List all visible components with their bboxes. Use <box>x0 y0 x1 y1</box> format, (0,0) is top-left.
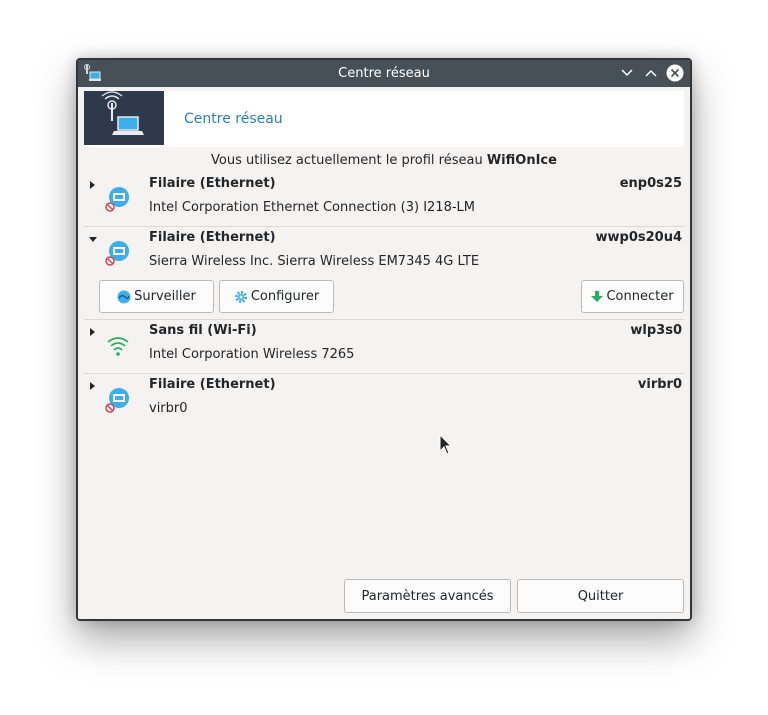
ethernet-disconnected-icon <box>105 187 129 212</box>
connection-interface: wlp3s0 <box>630 323 682 338</box>
advanced-settings-label: Paramètres avancés <box>361 588 494 604</box>
connection-device: Intel Corporation Ethernet Connection (3… <box>149 200 476 215</box>
connection-type: Filaire (Ethernet) <box>149 377 276 392</box>
connection-device: virbr0 <box>149 401 188 416</box>
window-content: Centre réseau Vous utilisez actuellement… <box>78 87 690 619</box>
configure-button-label: Configurer <box>250 289 320 304</box>
wifi-icon <box>107 337 129 356</box>
minimize-button[interactable] <box>618 64 636 82</box>
connection-row-wwp0s20u4[interactable]: Filaire (Ethernet) wwp0s20u4 Sierra Wire… <box>84 227 684 320</box>
maximize-button[interactable] <box>642 64 660 82</box>
title-bar[interactable]: Centre réseau <box>78 60 690 87</box>
connection-row-enp0s25[interactable]: Filaire (Ethernet) enp0s25 Intel Corpora… <box>84 173 684 227</box>
arrow-down-icon <box>591 290 604 302</box>
connection-device: Sierra Wireless Inc. Sierra Wireless EM7… <box>149 254 480 269</box>
connection-row-virbr0[interactable]: Filaire (Ethernet) virbr0 virbr0 <box>84 374 684 428</box>
expand-arrow-down-icon[interactable] <box>88 234 98 244</box>
quit-label: Quitter <box>577 588 624 604</box>
connection-type: Filaire (Ethernet) <box>149 176 276 191</box>
active-profile-line: Vous utilisez actuellement le profil rés… <box>78 153 690 168</box>
connection-device: Intel Corporation Wireless 7265 <box>149 347 355 362</box>
header-banner: Centre réseau <box>84 91 684 147</box>
connection-interface: enp0s25 <box>619 176 682 191</box>
expand-arrow-right-icon[interactable] <box>88 180 98 190</box>
gear-icon <box>234 290 247 303</box>
ethernet-disconnected-icon <box>105 241 129 266</box>
close-icon <box>666 64 684 82</box>
connection-type: Filaire (Ethernet) <box>149 230 276 245</box>
configure-button[interactable]: Configurer <box>219 280 334 313</box>
connection-type: Sans fil (Wi-Fi) <box>149 323 257 338</box>
profile-name: WifiOnIce <box>486 153 557 168</box>
expand-arrow-right-icon[interactable] <box>88 327 98 337</box>
connection-interface: virbr0 <box>637 377 682 392</box>
monitor-button-label: Surveiller <box>134 289 196 304</box>
ethernet-disconnected-icon <box>105 388 129 413</box>
window-title: Centre réseau <box>338 66 430 81</box>
quit-button[interactable]: Quitter <box>517 579 684 613</box>
profile-prefix: Vous utilisez actuellement le profil rés… <box>211 153 487 168</box>
network-center-window: Centre réseau Centre réseau Vous utilise… <box>76 58 692 621</box>
connection-interface: wwp0s20u4 <box>595 230 683 245</box>
mouse-cursor-icon <box>439 434 453 455</box>
network-app-icon <box>84 64 102 82</box>
connection-list: Filaire (Ethernet) enp0s25 Intel Corpora… <box>84 173 684 428</box>
close-button[interactable] <box>666 64 684 82</box>
connection-row-wlp3s0[interactable]: Sans fil (Wi-Fi) wlp3s0 Intel Corporatio… <box>84 320 684 374</box>
chevron-down-icon <box>621 69 633 77</box>
monitor-icon <box>117 290 131 303</box>
connect-button-label: Connecter <box>606 289 674 304</box>
monitor-button[interactable]: Surveiller <box>99 280 214 313</box>
chevron-up-icon <box>645 69 657 77</box>
expand-arrow-right-icon[interactable] <box>88 381 98 391</box>
advanced-settings-button[interactable]: Paramètres avancés <box>344 579 511 613</box>
network-center-link[interactable]: Centre réseau <box>184 111 283 127</box>
connect-button[interactable]: Connecter <box>581 280 684 313</box>
network-banner-icon <box>84 91 164 145</box>
